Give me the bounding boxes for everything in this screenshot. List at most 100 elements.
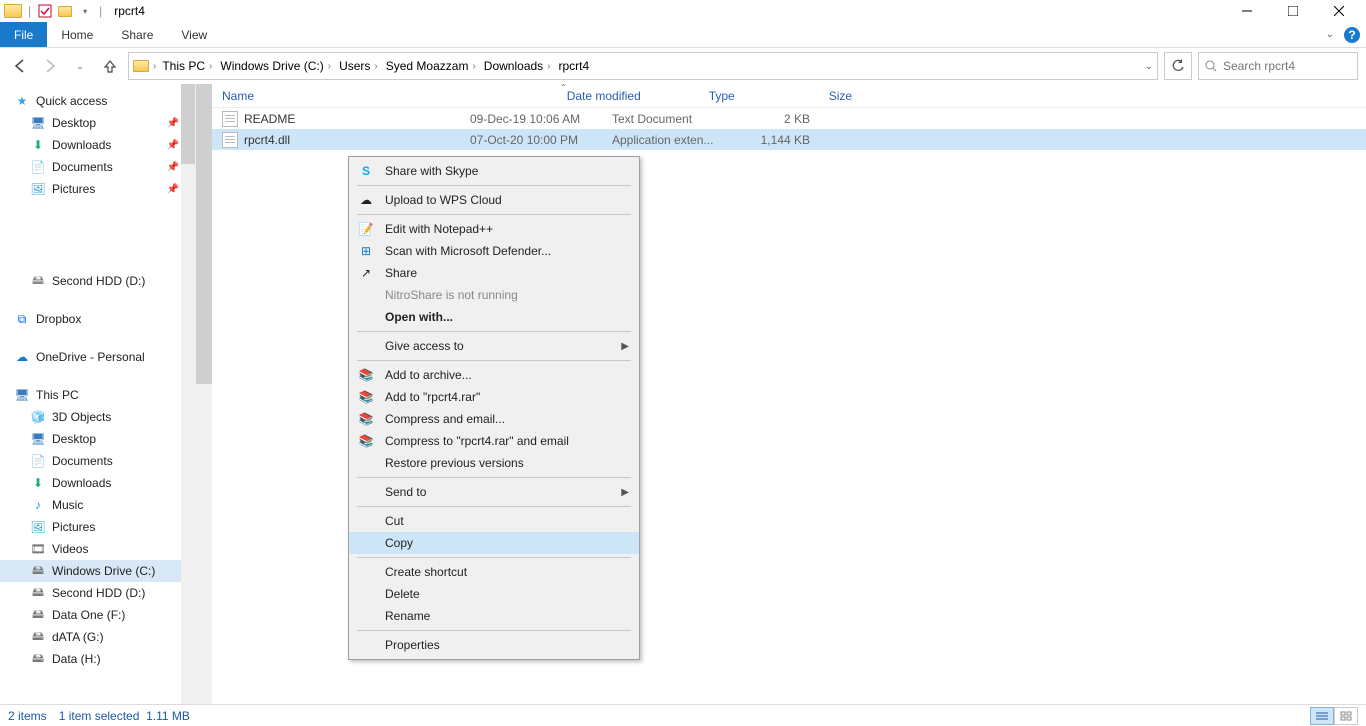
submenu-arrow-icon: ▶ (621, 487, 629, 498)
file-icon (222, 132, 238, 148)
sidebar-item-pictures[interactable]: 🖼Pictures📌 (0, 178, 195, 200)
col-size[interactable]: Size (829, 89, 907, 103)
download-icon: ⬇ (30, 475, 46, 491)
menu-scan-defender[interactable]: ⊞Scan with Microsoft Defender... (349, 240, 639, 262)
sidebar-dropbox[interactable]: ⧉Dropbox (0, 308, 195, 330)
maximize-button[interactable] (1270, 0, 1316, 22)
qat-dropdown-icon[interactable]: ▾ (77, 3, 93, 19)
menu-upload-wps[interactable]: ☁Upload to WPS Cloud (349, 189, 639, 211)
tab-file[interactable]: File (0, 22, 47, 47)
tab-view[interactable]: View (167, 22, 221, 47)
crumb-current[interactable]: rpcrt4 (557, 59, 592, 73)
file-row[interactable]: rpcrt4.dll 07-Oct-20 10:00 PM Applicatio… (212, 129, 1366, 150)
drive-icon: 🖴 (30, 585, 46, 601)
minimize-button[interactable] (1224, 0, 1270, 22)
content-scrollbar[interactable] (196, 84, 212, 704)
sidebar-item-drive-f[interactable]: 🖴Data One (F:) (0, 604, 195, 626)
col-name[interactable]: Name (222, 89, 470, 103)
crumb-users[interactable]: Users› (337, 59, 380, 73)
menu-delete[interactable]: Delete (349, 583, 639, 605)
recent-dropdown[interactable]: ⌄ (68, 54, 92, 78)
sidebar-item-desktop[interactable]: 🖥Desktop📌 (0, 112, 195, 134)
up-button[interactable] (98, 54, 122, 78)
menu-share[interactable]: ↗Share (349, 262, 639, 284)
obj3d-icon: 🧊 (30, 409, 46, 425)
qat-properties-icon[interactable] (37, 3, 53, 19)
status-items: 2 items (8, 709, 47, 723)
sidebar-quickaccess[interactable]: ★Quick access (0, 90, 195, 112)
file-icon (222, 111, 238, 127)
sidebar-item-music[interactable]: ♪Music (0, 494, 195, 516)
share-icon: ↗ (357, 264, 375, 282)
sidebar-item-downloads2[interactable]: ⬇Downloads (0, 472, 195, 494)
file-size: 1,144 KB (732, 133, 810, 147)
pin-icon: 📌 (167, 118, 179, 129)
view-large-button[interactable] (1334, 707, 1358, 725)
ribbon-tabs: File Home Share View ⌄ ? (0, 22, 1366, 48)
menu-send-to[interactable]: Send to▶ (349, 481, 639, 503)
sidebar-item-downloads[interactable]: ⬇Downloads📌 (0, 134, 195, 156)
help-icon[interactable]: ? (1344, 27, 1360, 43)
sidebar-item-secondhdd[interactable]: 🖴Second HDD (D:) (0, 270, 195, 292)
sidebar-item-drive-g[interactable]: 🖴dATA (G:) (0, 626, 195, 648)
defender-icon: ⊞ (357, 242, 375, 260)
sidebar-item-documents2[interactable]: 📄Documents (0, 450, 195, 472)
tab-share[interactable]: Share (107, 22, 167, 47)
menu-rename[interactable]: Rename (349, 605, 639, 627)
crumb-thispc[interactable]: This PC› (160, 59, 214, 73)
sidebar-item-pictures2[interactable]: 🖼Pictures (0, 516, 195, 538)
sidebar-item-drive-d[interactable]: 🖴Second HDD (D:) (0, 582, 195, 604)
notepad-icon: 📝 (357, 220, 375, 238)
view-details-button[interactable] (1310, 707, 1334, 725)
menu-add-archive[interactable]: 📚Add to archive... (349, 364, 639, 386)
menu-give-access[interactable]: Give access to▶ (349, 335, 639, 357)
sidebar-item-3dobjects[interactable]: 🧊3D Objects (0, 406, 195, 428)
sort-indicator-icon: ⌃ (560, 83, 567, 92)
desktop-icon: 🖥 (30, 115, 46, 131)
sidebar-scrollthumb[interactable] (181, 84, 195, 164)
col-type[interactable]: Type (709, 89, 829, 103)
menu-create-shortcut[interactable]: Create shortcut (349, 561, 639, 583)
sidebar-onedrive[interactable]: ☁OneDrive - Personal (0, 346, 195, 368)
sidebar-thispc[interactable]: 🖥This PC (0, 384, 195, 406)
menu-properties[interactable]: Properties (349, 634, 639, 656)
menu-open-with[interactable]: Open with... (349, 306, 639, 328)
menu-restore[interactable]: Restore previous versions (349, 452, 639, 474)
drive-icon: 🖴 (30, 629, 46, 645)
cloud-icon: ☁ (14, 349, 30, 365)
sidebar-scrollbar[interactable] (181, 84, 195, 704)
refresh-button[interactable] (1164, 52, 1192, 80)
tab-home[interactable]: Home (47, 22, 107, 47)
ribbon-expand-icon[interactable]: ⌄ (1326, 29, 1334, 40)
crumb-c[interactable]: Windows Drive (C:)› (218, 59, 333, 73)
menu-edit-npp[interactable]: 📝Edit with Notepad++ (349, 218, 639, 240)
music-icon: ♪ (30, 497, 46, 513)
address-bar[interactable]: › This PC› Windows Drive (C:)› Users› Sy… (128, 52, 1158, 80)
cloud-icon: ☁ (357, 191, 375, 209)
file-row[interactable]: README 09-Dec-19 10:06 AM Text Document … (212, 108, 1366, 129)
content-scrollthumb[interactable] (196, 84, 212, 384)
menu-add-rar[interactable]: 📚Add to "rpcrt4.rar" (349, 386, 639, 408)
window-title: rpcrt4 (114, 4, 145, 18)
menu-compress-rar-email[interactable]: 📚Compress to "rpcrt4.rar" and email (349, 430, 639, 452)
search-input[interactable]: Search rpcrt4 (1198, 52, 1358, 80)
qat-newfolder-icon[interactable] (57, 3, 73, 19)
crumb-user[interactable]: Syed Moazzam› (384, 59, 478, 73)
sidebar-item-drive-c[interactable]: 🖴Windows Drive (C:) (0, 560, 195, 582)
menu-nitroshare: NitroShare is not running (349, 284, 639, 306)
close-button[interactable] (1316, 0, 1362, 22)
menu-cut[interactable]: Cut (349, 510, 639, 532)
column-headers[interactable]: Name ⌃ Date modified Type Size (212, 84, 1366, 108)
menu-copy[interactable]: Copy (349, 532, 639, 554)
address-dropdown-icon[interactable]: ⌄ (1145, 61, 1153, 72)
sidebar-item-videos[interactable]: 🎞Videos (0, 538, 195, 560)
back-button[interactable] (8, 54, 32, 78)
menu-compress-email[interactable]: 📚Compress and email... (349, 408, 639, 430)
sidebar-item-desktop2[interactable]: 🖥Desktop (0, 428, 195, 450)
sidebar-item-drive-h[interactable]: 🖴Data (H:) (0, 648, 195, 670)
menu-share-skype[interactable]: SShare with Skype (349, 160, 639, 182)
crumb-downloads[interactable]: Downloads› (482, 59, 553, 73)
forward-button[interactable] (38, 54, 62, 78)
col-date[interactable]: Date modified (567, 89, 709, 103)
sidebar-item-documents[interactable]: 📄Documents📌 (0, 156, 195, 178)
